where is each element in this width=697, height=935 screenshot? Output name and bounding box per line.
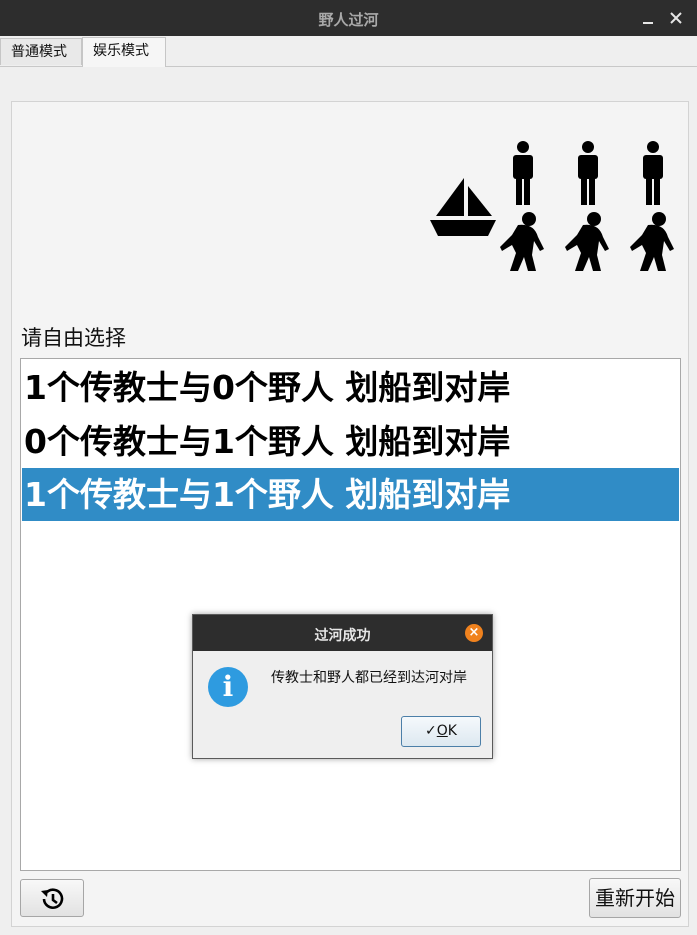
list-item[interactable]: 0个传教士与1个野人 划船到对岸 [22,415,679,468]
choice-prompt: 请自由选择 [21,326,126,350]
close-icon[interactable]: × [465,624,483,642]
ok-label-rest: K [447,723,457,739]
person-icon [510,141,536,209]
bigfoot-icon [563,211,613,277]
mode-tabbar: 普通模式 娱乐模式 [0,36,697,67]
window-title: 野人过河 [318,11,379,29]
bigfoot-icon [498,211,548,277]
person-icon [640,141,666,209]
close-icon[interactable] [664,6,688,30]
tab-entertainment-mode[interactable]: 娱乐模式 [82,37,166,67]
bigfoot-icon [628,211,678,277]
tab-normal-mode[interactable]: 普通模式 [0,38,82,65]
info-icon: i [208,667,248,707]
sailboat-icon [430,176,496,238]
person-icon [575,141,601,209]
history-icon [41,888,64,909]
list-item[interactable]: 1个传教士与0个野人 划船到对岸 [22,361,679,414]
minimize-icon[interactable] [636,6,660,30]
success-dialog: 过河成功 × i 传教士和野人都已经到达河对岸 ✓OK [192,614,493,759]
dialog-message: 传教士和野人都已经到达河对岸 [271,670,467,686]
ok-mnemonic: O [436,723,448,739]
check-icon: ✓ [425,723,437,739]
window-titlebar: 野人过河 [0,0,697,36]
dialog-title: 过河成功 [314,628,371,644]
ok-button[interactable]: ✓OK [401,716,481,747]
list-item-selected[interactable]: 1个传教士与1个野人 划船到对岸 [22,468,679,521]
history-button[interactable] [20,879,84,917]
restart-button[interactable]: 重新开始 [589,878,681,918]
dialog-titlebar: 过河成功 × [193,615,492,651]
